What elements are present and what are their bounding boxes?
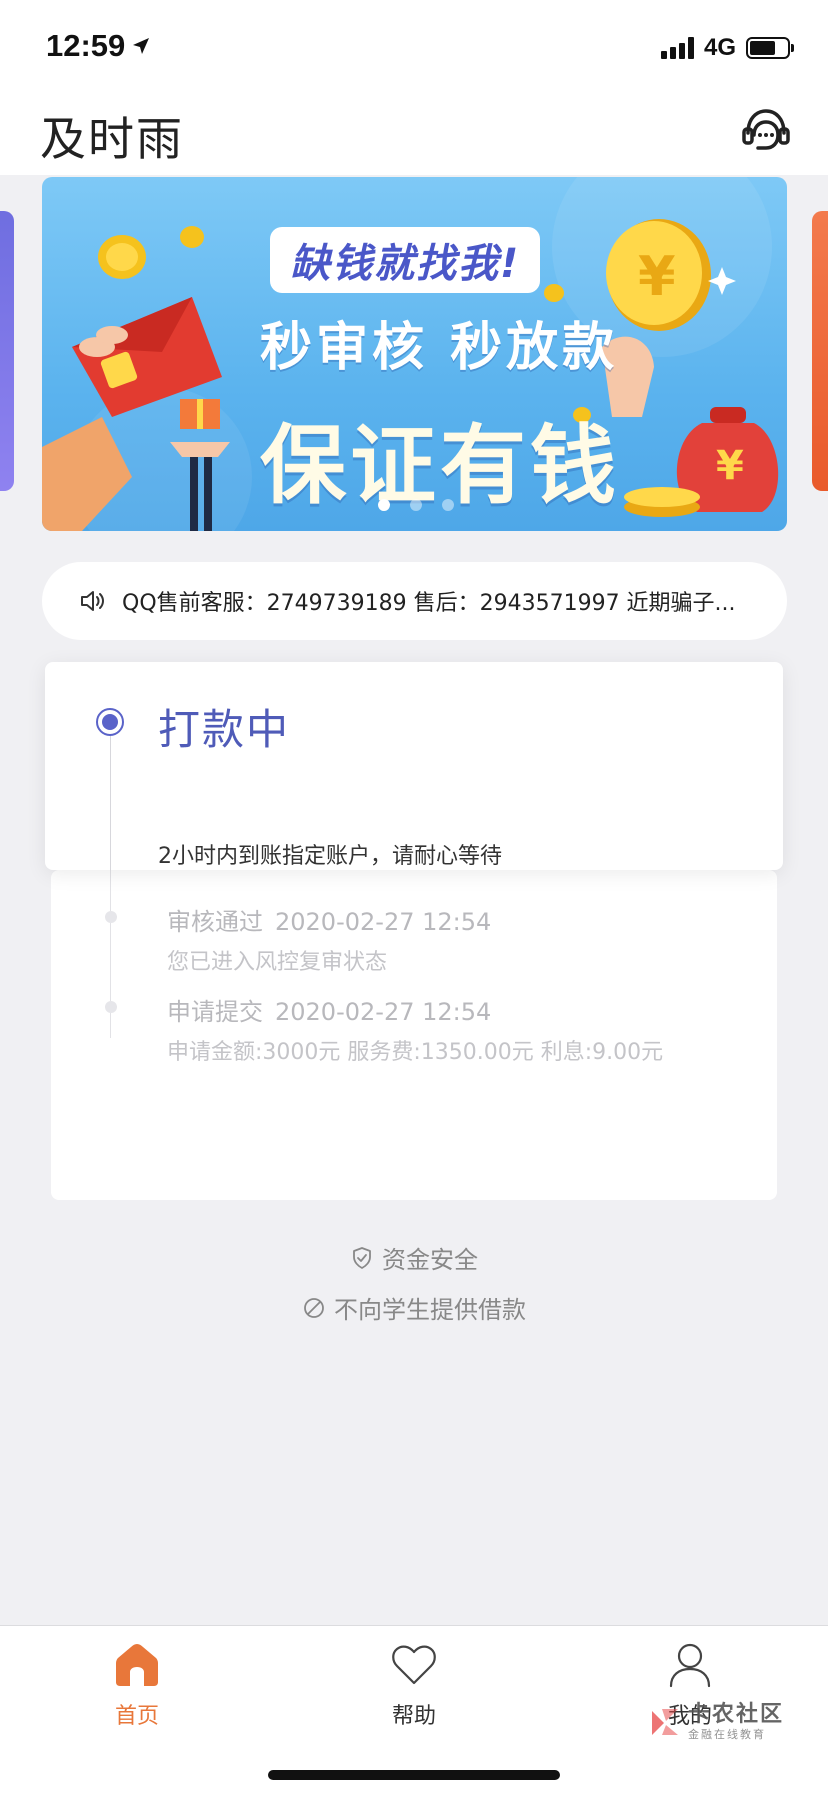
customer-service-headset-icon[interactable] bbox=[740, 105, 792, 157]
notice-bar[interactable]: QQ售前客服：2749739189 售后：2943571997 近期骗子... bbox=[42, 562, 787, 640]
tab-label: 首页 bbox=[114, 1704, 159, 1729]
svg-text:¥: ¥ bbox=[716, 443, 744, 489]
banner-tag: 缺钱就找我! bbox=[270, 227, 541, 293]
home-icon bbox=[116, 1644, 158, 1686]
network-type: 4G bbox=[703, 34, 736, 61]
banner-prev-peek[interactable] bbox=[0, 211, 14, 491]
history-step-description: 申请金额:3000元 服务费:1350.00元 利息:9.00元 bbox=[167, 1040, 664, 1065]
current-step-title: 打款中 bbox=[158, 705, 291, 754]
history-step-title: 申请提交 2020-02-27 12:54 bbox=[167, 992, 491, 1027]
banner-slide[interactable]: ¥ ¥ 缺钱就找我! 秒审核 秒放款 保证有钱 bbox=[42, 177, 787, 531]
history-step-title: 审核通过 2020-02-27 12:54 bbox=[167, 902, 491, 937]
tab-bar: 首页 帮助 我的 卡农社区 金融在线教育 bbox=[0, 1625, 828, 1793]
watermark-text: 卡农社区 金融在线教育 bbox=[688, 1702, 785, 1741]
shield-check-icon bbox=[353, 1246, 371, 1269]
carousel-dot[interactable] bbox=[442, 499, 454, 511]
kanong-logo-icon bbox=[652, 1709, 678, 1735]
tab-label: 帮助 bbox=[391, 1704, 436, 1729]
notice-text: QQ售前客服：2749739189 售后：2943571997 近期骗子... bbox=[122, 591, 736, 616]
timeline-dot bbox=[105, 1001, 117, 1013]
history-step-description: 您已进入风控复审状态 bbox=[167, 950, 388, 975]
battery-icon bbox=[746, 37, 794, 59]
tab-home[interactable]: 首页 bbox=[57, 1640, 217, 1730]
watermark: 卡农社区 金融在线教育 bbox=[648, 1704, 784, 1740]
history-step-time: 2020-02-27 12:54 bbox=[275, 908, 492, 936]
banner-headline: 秒审核 秒放款 bbox=[260, 318, 619, 378]
banner-carousel[interactable]: ¥ ¥ 缺钱就找我! 秒审核 秒放款 保证有钱 bbox=[0, 175, 828, 535]
history-step-label: 申请提交 bbox=[167, 998, 263, 1026]
tab-help[interactable]: 帮助 bbox=[334, 1640, 494, 1730]
safety-note: 资金安全 bbox=[0, 1240, 828, 1275]
page-title: 及时雨 bbox=[40, 112, 184, 166]
safety-note-text: 不向学生提供借款 bbox=[334, 1296, 526, 1324]
current-step-description: 2小时内到账指定账户，请耐心等待 bbox=[158, 844, 502, 869]
prohibited-icon bbox=[304, 1297, 324, 1318]
safety-note: 不向学生提供借款 bbox=[0, 1290, 828, 1325]
status-bar: 12:59 4G bbox=[0, 0, 828, 95]
status-indicators: 4G bbox=[660, 34, 794, 62]
nav-bar: 及时雨 bbox=[0, 95, 828, 175]
carousel-dot[interactable] bbox=[378, 499, 390, 511]
status-time-group: 12:59 bbox=[46, 28, 151, 64]
location-arrow-icon bbox=[133, 38, 150, 54]
safety-note-text: 资金安全 bbox=[382, 1246, 478, 1274]
carousel-indicator bbox=[378, 499, 454, 511]
svg-text:¥: ¥ bbox=[638, 245, 676, 308]
history-step-label: 审核通过 bbox=[167, 908, 263, 936]
status-time: 12:59 bbox=[46, 28, 126, 63]
timeline-dot bbox=[105, 911, 117, 923]
banner-next-peek[interactable] bbox=[812, 211, 828, 491]
user-icon bbox=[669, 1643, 711, 1688]
watermark-main: 卡农社区 bbox=[688, 1702, 785, 1727]
heart-icon bbox=[392, 1645, 436, 1685]
speaker-icon bbox=[81, 591, 104, 611]
history-step-time: 2020-02-27 12:54 bbox=[275, 998, 492, 1026]
timeline-line-front bbox=[110, 730, 111, 870]
watermark-sub: 金融在线教育 bbox=[688, 1728, 766, 1741]
carousel-dot[interactable] bbox=[410, 499, 422, 511]
home-indicator[interactable] bbox=[268, 1770, 560, 1780]
current-step-dot bbox=[96, 708, 124, 736]
cellular-signal-icon bbox=[660, 37, 694, 59]
